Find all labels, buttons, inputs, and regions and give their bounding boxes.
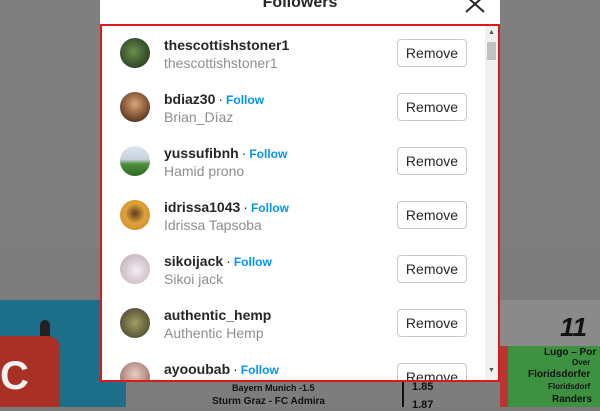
scroll-up-arrow-icon[interactable]: ▲ — [485, 28, 498, 38]
bg-right-line: Floridsdorfer — [528, 369, 591, 380]
bg-divider — [402, 382, 404, 407]
scroll-down-arrow-icon[interactable]: ▼ — [485, 366, 498, 376]
list-item[interactable]: yussufibnh · Follow Hamid prono Remove — [102, 134, 486, 188]
list-item[interactable]: bdiaz30 · Follow Brian_Díaz Remove — [102, 80, 486, 134]
remove-button[interactable]: Remove — [397, 363, 467, 380]
full-name: Authentic Hemp — [164, 325, 264, 341]
remove-button[interactable]: Remove — [397, 147, 467, 175]
avatar[interactable] — [120, 308, 150, 338]
username[interactable]: authentic_hemp — [164, 307, 271, 323]
followers-modal: Followers thescottishstoner1 thescottish… — [100, 0, 500, 382]
bg-center-line: 1.85 — [412, 381, 434, 393]
follow-button[interactable]: Follow — [226, 93, 264, 107]
separator: · — [226, 253, 231, 269]
username[interactable]: bdiaz30 — [164, 91, 215, 107]
bg-right-line: Over — [572, 358, 591, 367]
close-button[interactable] — [462, 0, 488, 18]
username-line: yussufibnh · Follow — [164, 145, 287, 161]
list-item[interactable]: sikoijack · Follow Sikoi jack Remove — [102, 242, 486, 296]
avatar[interactable] — [120, 38, 150, 68]
username-line: idrissa1043 · Follow — [164, 199, 289, 215]
full-name: Hamid prono — [164, 163, 245, 179]
bg-right-line: Floridsdorf — [548, 382, 591, 391]
avatar[interactable] — [120, 146, 150, 176]
avatar[interactable] — [120, 200, 150, 230]
avatar[interactable] — [120, 92, 150, 122]
separator: · — [233, 361, 238, 377]
remove-button[interactable]: Remove — [397, 201, 467, 229]
follow-button[interactable]: Follow — [241, 363, 279, 377]
bg-center-line: 1.87 — [412, 399, 434, 411]
remove-button[interactable]: Remove — [397, 255, 467, 283]
scrollbar-thumb[interactable] — [487, 42, 496, 60]
remove-button[interactable]: Remove — [397, 93, 467, 121]
bg-right-line: Lugo – Por — [544, 347, 597, 358]
list-item[interactable]: authentic_hemp Authentic Hemp Remove — [102, 296, 486, 350]
list-item[interactable]: ayooubab · Follow Remove — [102, 350, 486, 380]
follow-button[interactable]: Follow — [249, 147, 287, 161]
username[interactable]: thescottishstoner1 — [164, 37, 289, 53]
username-line: authentic_hemp — [164, 307, 271, 323]
separator: · — [243, 199, 248, 215]
full-name: Sikoi jack — [164, 271, 224, 287]
separator: · — [218, 91, 224, 107]
remove-button[interactable]: Remove — [397, 39, 467, 67]
full-name: Idrissa Tapsoba — [164, 217, 262, 233]
bg-center-line: Bayern Munich -1.5 — [232, 383, 315, 393]
full-name: thescottishstoner1 — [164, 55, 278, 71]
close-icon — [465, 0, 485, 13]
bg-right-line: Randers — [552, 394, 593, 405]
scrollbar[interactable]: ▲ ▼ — [485, 26, 498, 380]
list-item[interactable]: thescottishstoner1 thescottishstoner1 Re… — [102, 26, 486, 80]
followers-list[interactable]: thescottishstoner1 thescottishstoner1 Re… — [100, 24, 500, 382]
username-line: sikoijack · Follow — [164, 253, 272, 269]
username[interactable]: idrissa1043 — [164, 199, 240, 215]
full-name: Brian_Díaz — [164, 109, 234, 125]
modal-title: Followers — [262, 0, 338, 11]
username[interactable]: yussufibnh — [164, 145, 239, 161]
username-line: thescottishstoner1 — [164, 37, 289, 53]
calendar-card-letter: C — [0, 354, 29, 398]
username[interactable]: sikoijack — [164, 253, 223, 269]
remove-button[interactable]: Remove — [397, 309, 467, 337]
follow-button[interactable]: Follow — [234, 255, 272, 269]
bg-center-line: Sturm Graz - FC Admira — [212, 396, 325, 407]
username-line: ayooubab · Follow — [164, 361, 279, 377]
username[interactable]: ayooubab — [164, 361, 230, 377]
avatar[interactable] — [120, 254, 150, 284]
username-line: bdiaz30 · Follow — [164, 91, 264, 107]
separator: · — [241, 145, 247, 161]
follow-button[interactable]: Follow — [251, 201, 289, 215]
background-right-bar — [500, 346, 508, 407]
list-item[interactable]: idrissa1043 · Follow Idrissa Tapsoba Remov… — [102, 188, 486, 242]
background-right-number: 11 — [560, 312, 587, 342]
avatar[interactable] — [120, 362, 150, 380]
